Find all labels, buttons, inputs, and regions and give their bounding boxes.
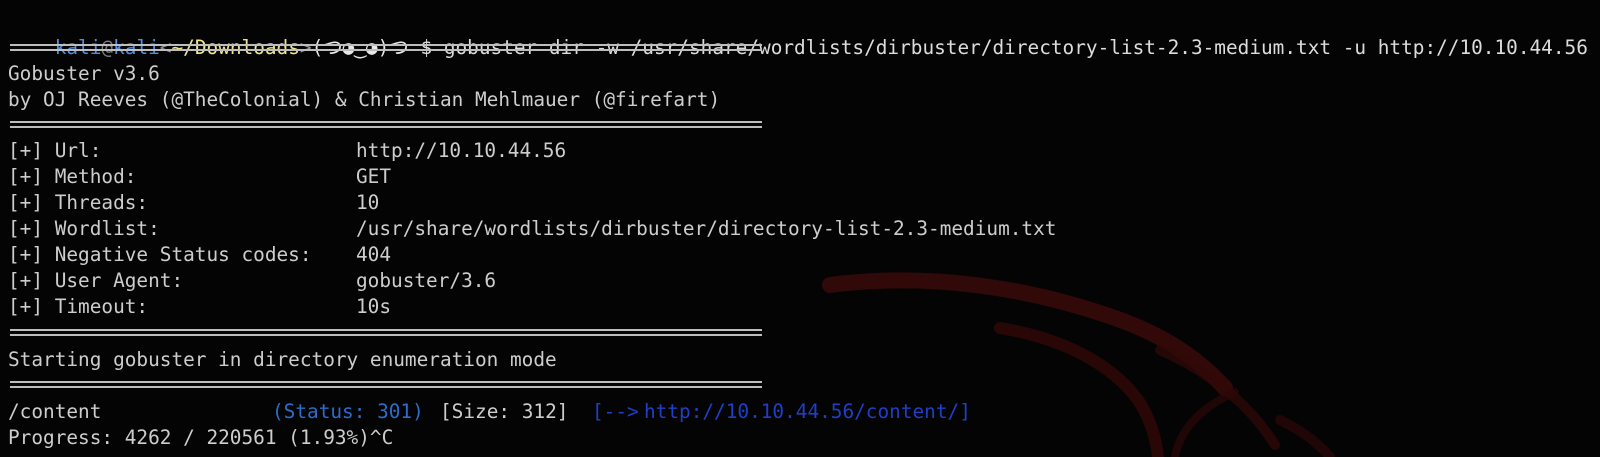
config-row-url: [+] Url: http://10.10.44.56 (8, 138, 566, 164)
separator (10, 381, 762, 388)
result-status: (Status: 301) (272, 400, 424, 423)
config-row-timeout: [+] Timeout: 10s (8, 294, 391, 320)
config-value: 404 (356, 243, 392, 266)
config-row-user-agent: [+] User Agent: gobuster/3.6 (8, 268, 496, 294)
config-row-wordlist: [+] Wordlist: /usr/share/wordlists/dirbu… (8, 216, 1056, 242)
terminal-window[interactable]: kali@kali<~/Downloads>(つ◕‿◕)つ $ gobuster… (0, 0, 1600, 457)
config-value: 10 (356, 191, 380, 214)
config-label: [+] Negative Status codes: (8, 243, 312, 266)
config-value: GET (356, 165, 392, 188)
separator (10, 329, 762, 336)
config-row-threads: [+] Threads: 10 (8, 190, 379, 216)
config-value: 10s (356, 295, 392, 318)
result-redirect-arrow: [--> (592, 400, 639, 423)
result-path: /content (8, 400, 102, 423)
config-label: [+] Method: (8, 165, 137, 188)
config-label: [+] Threads: (8, 191, 149, 214)
result-size: [Size: 312] (440, 400, 569, 423)
separator (10, 44, 762, 51)
start-message: Starting gobuster in directory enumerati… (8, 348, 557, 371)
config-label: [+] User Agent: (8, 269, 184, 292)
config-label: [+] Timeout: (8, 295, 149, 318)
separator (10, 121, 762, 128)
config-label: [+] Url: (8, 139, 102, 162)
result-redirect-link[interactable]: http://10.10.44.56/content/] (644, 399, 971, 425)
config-value: gobuster/3.6 (356, 269, 497, 292)
banner-version: Gobuster v3.6 (8, 62, 160, 85)
config-value: http://10.10.44.56 (356, 139, 567, 162)
config-value: /usr/share/wordlists/dirbuster/directory… (356, 217, 1057, 240)
progress-line: Progress: 4262 / 220561 (1.93%)^C (8, 426, 394, 449)
result-row: /content (Status: 301) [Size: 312] [--> … (8, 399, 971, 425)
config-label: [+] Wordlist: (8, 217, 160, 240)
config-row-method: [+] Method: GET (8, 164, 391, 190)
config-row-negative-status: [+] Negative Status codes: 404 (8, 242, 391, 268)
prompt-line: kali@kali<~/Downloads>(つ◕‿◕)つ $ gobuster… (8, 9, 1588, 59)
banner-authors: by OJ Reeves (@TheColonial) & Christian … (8, 88, 721, 111)
